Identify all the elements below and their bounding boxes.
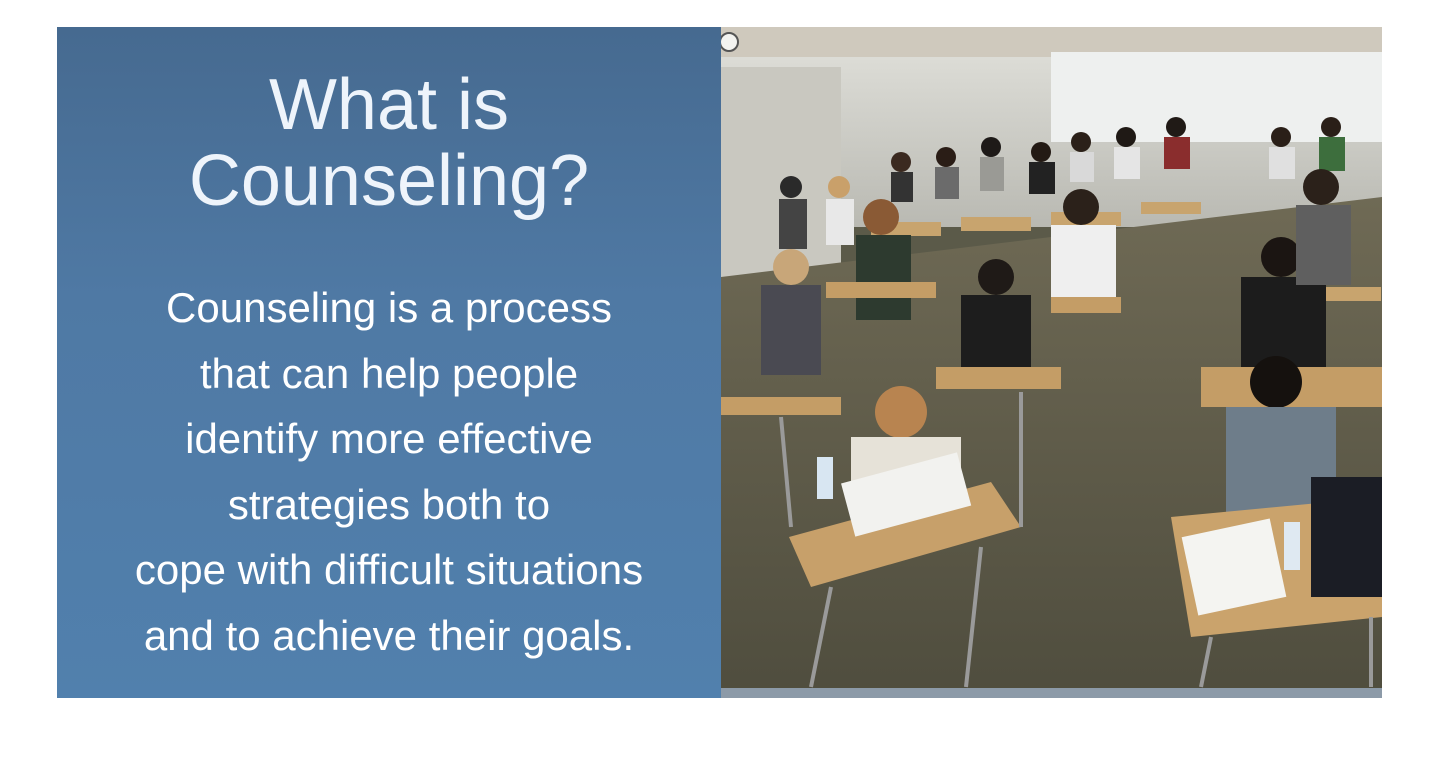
body-line: cope with difficult situations	[134, 546, 644, 593]
slide-body: Counseling is a process that can help pe…	[77, 275, 701, 668]
slide-title: What is Counseling?	[57, 67, 721, 219]
body-line: and to achieve their goals.	[143, 611, 635, 659]
body-line: strategies both to	[227, 480, 551, 528]
slide: What is Counseling? Counseling is a proc…	[57, 27, 1382, 698]
wall-clock	[721, 32, 739, 52]
classroom-photo	[721, 27, 1382, 698]
body-line: that can help people	[199, 349, 579, 397]
body-line: identify more effective	[185, 415, 593, 462]
text-panel: What is Counseling? Counseling is a proc…	[57, 27, 721, 698]
title-line: What is	[268, 65, 510, 145]
photo-bottom-strip	[721, 688, 1382, 698]
title-line: Counseling?	[188, 141, 590, 221]
body-line: Counseling is a process	[166, 284, 612, 331]
